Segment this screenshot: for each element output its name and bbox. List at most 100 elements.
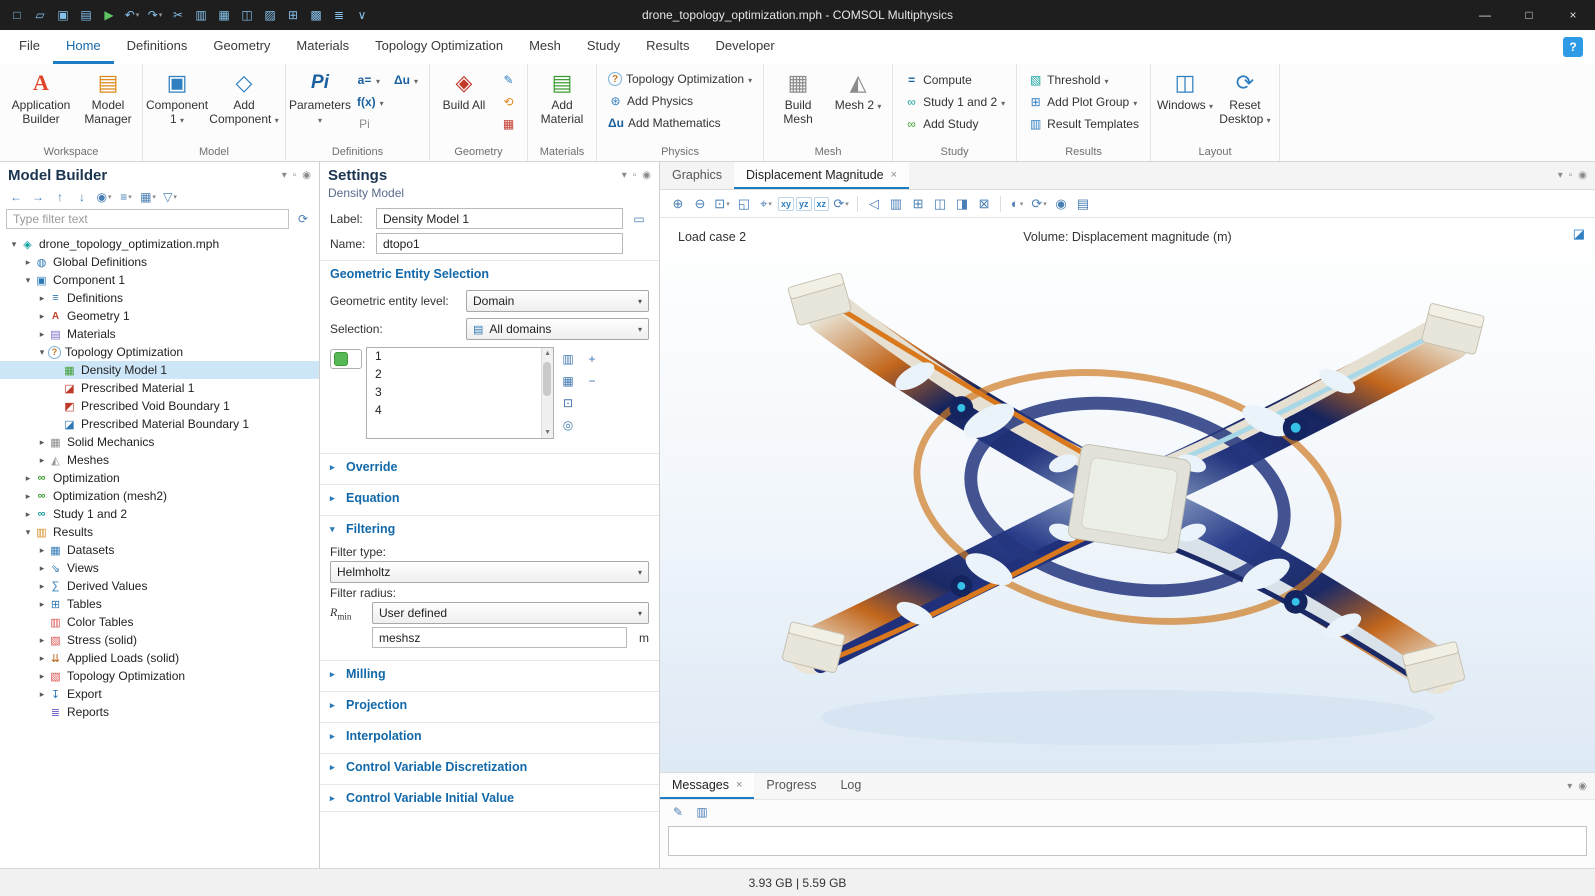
minimize-button[interactable]: — (1463, 0, 1507, 30)
expand-arrow-icon[interactable] (36, 689, 48, 700)
move-up-icon[interactable]: ↑ (50, 187, 70, 206)
tab-displacement-magnitude[interactable]: Displacement Magnitude × (734, 162, 909, 189)
add-to-selection-icon[interactable]: + (582, 349, 602, 368)
nonlocal-couplings-button[interactable]: Δu (388, 69, 424, 90)
float-icon[interactable]: ▫ (633, 170, 637, 181)
snapshot-icon[interactable]: ◉ (1051, 194, 1071, 213)
filter-radius-mode-select[interactable]: User defined ▾ (372, 602, 649, 624)
back-icon[interactable]: ← (6, 187, 26, 206)
tab-study[interactable]: Study (574, 30, 633, 64)
tree-item-datasets[interactable]: Datasets (0, 541, 319, 559)
tree-item-topology-optimization-results[interactable]: Topology Optimization (0, 667, 319, 685)
lock-icon[interactable]: ⊠ (974, 194, 994, 213)
tree-item-tables[interactable]: Tables (0, 595, 319, 613)
expand-arrow-icon[interactable] (36, 563, 48, 574)
scene-light-icon[interactable]: ▥ (886, 194, 906, 213)
tab-mesh[interactable]: Mesh (516, 30, 574, 64)
expand-arrow-icon[interactable] (36, 671, 48, 682)
expand-arrow-icon[interactable] (22, 491, 34, 502)
tree-item-component-1[interactable]: Component 1 (0, 271, 319, 289)
entity-level-select[interactable]: Domain ▾ (466, 290, 649, 312)
tree-item-export[interactable]: Export (0, 685, 319, 703)
expand-arrow-icon[interactable] (22, 509, 34, 520)
float-icon[interactable]: ▫ (293, 170, 297, 181)
tab-results[interactable]: Results (633, 30, 702, 64)
expand-arrow-icon[interactable] (36, 599, 48, 610)
section-milling[interactable]: ▸ Milling (320, 661, 659, 687)
tree-item-global-definitions[interactable]: Global Definitions (0, 253, 319, 271)
tab-materials[interactable]: Materials (283, 30, 362, 64)
filter-radius-input[interactable] (372, 627, 627, 648)
tree-filter-input[interactable] (6, 209, 289, 229)
list-scrollbar[interactable]: ▲▼ (541, 348, 553, 438)
dock-icon[interactable]: ▾ (1558, 170, 1563, 181)
section-control-variable-discretization[interactable]: ▸ Control Variable Discretization (320, 754, 659, 780)
messages-output[interactable] (668, 826, 1587, 856)
tree-item-derived-values[interactable]: Derived Values (0, 577, 319, 595)
show-options-icon[interactable]: ◉▾ (94, 187, 114, 206)
selection-select[interactable]: ▤ All domains ▾ (466, 318, 649, 340)
functions-button[interactable]: f(x) (351, 91, 424, 112)
close-tab-icon[interactable]: × (736, 779, 742, 791)
physics-interface-select[interactable]: ?Topology Optimization (602, 69, 758, 89)
tab-home[interactable]: Home (53, 30, 114, 64)
copy-selection-icon[interactable]: ▥ (558, 349, 578, 368)
tab-graphics-window[interactable]: Graphics (660, 162, 734, 189)
transparency-icon[interactable]: ◫ (930, 194, 950, 213)
zoom-extents-icon[interactable]: ⊡▾ (712, 194, 732, 213)
dock-icon[interactable]: ▾ (282, 170, 287, 181)
build-mesh-button[interactable]: ▦ Build Mesh (769, 66, 827, 144)
expand-arrow-icon[interactable] (22, 257, 34, 268)
expand-arrow-icon[interactable] (36, 329, 48, 340)
paste-selection-icon[interactable]: ▦ (558, 371, 578, 390)
expand-arrow-icon[interactable] (36, 635, 48, 646)
zoom-to-selection-icon[interactable]: ⊡ (558, 393, 578, 412)
duplicate-icon[interactable]: ◫ (236, 4, 258, 26)
clear-messages-icon[interactable]: ✎ (668, 803, 688, 822)
graphics-canvas[interactable]: Load case 2 Volume: Displacement magnitu… (660, 218, 1595, 772)
color-theme-icon[interactable]: ◐▾ (1007, 194, 1027, 213)
tree-item-root[interactable]: drone_topology_optimization.mph (0, 235, 319, 253)
pin-icon[interactable]: ◉ (1578, 781, 1587, 792)
model-manager-button[interactable]: ▤ Model Manager (79, 66, 137, 144)
help-button[interactable]: ? (1563, 37, 1583, 57)
name-input[interactable] (376, 233, 623, 254)
refresh-plot-icon[interactable]: ⟳▾ (1029, 194, 1049, 213)
node-label-icon[interactable]: ▭ (629, 209, 649, 228)
section-interpolation[interactable]: ▸ Interpolation (320, 723, 659, 749)
save-icon[interactable]: ▣ (52, 4, 74, 26)
tree-item-optimization-mesh2[interactable]: Optimization (mesh2) (0, 487, 319, 505)
expand-arrow-icon[interactable] (36, 347, 48, 358)
threshold-button[interactable]: ▧Threshold (1022, 69, 1145, 90)
expand-arrow-icon[interactable] (36, 653, 48, 664)
preview-icon[interactable]: ▤ (75, 4, 97, 26)
domain-list-item[interactable]: 3 (367, 384, 553, 402)
delete-icon[interactable]: ▨ (259, 4, 281, 26)
report-icon[interactable]: ≣ (328, 4, 350, 26)
tree-item-optimization[interactable]: Optimization (0, 469, 319, 487)
tree-item-views[interactable]: Views (0, 559, 319, 577)
tab-progress[interactable]: Progress (754, 773, 828, 799)
compute-button[interactable]: =Compute (898, 69, 1011, 90)
tree-item-topology-optimization[interactable]: Topology Optimization (0, 343, 319, 361)
add-plot-group-button[interactable]: ⊞Add Plot Group (1022, 91, 1145, 112)
delete-entities-button[interactable]: ▦ (495, 113, 522, 134)
dock-icon[interactable]: ▾ (1567, 781, 1572, 792)
add-mathematics-button[interactable]: ΔuAdd Mathematics (602, 112, 758, 133)
tree-item-results[interactable]: Results (0, 523, 319, 541)
mesh-select-button[interactable]: ◭ Mesh 2 (829, 66, 887, 144)
section-projection[interactable]: ▸ Projection (320, 692, 659, 718)
expand-arrow-icon[interactable] (36, 311, 48, 322)
clipping-icon[interactable]: ◨ (952, 194, 972, 213)
collapse-all-icon[interactable]: ≡▾ (116, 187, 136, 206)
copy-icon[interactable]: ▥ (190, 4, 212, 26)
cut-icon[interactable]: ✂ (167, 4, 189, 26)
tab-geometry[interactable]: Geometry (200, 30, 283, 64)
tab-file[interactable]: File (6, 30, 53, 64)
pin-icon[interactable]: ◉ (1578, 170, 1587, 181)
tab-definitions[interactable]: Definitions (114, 30, 201, 64)
add-physics-button[interactable]: ⊛Add Physics (602, 90, 758, 111)
expand-arrow-icon[interactable] (22, 527, 34, 538)
view-yz-icon[interactable]: yz (796, 197, 812, 211)
copy-messages-icon[interactable]: ▥ (692, 803, 712, 822)
